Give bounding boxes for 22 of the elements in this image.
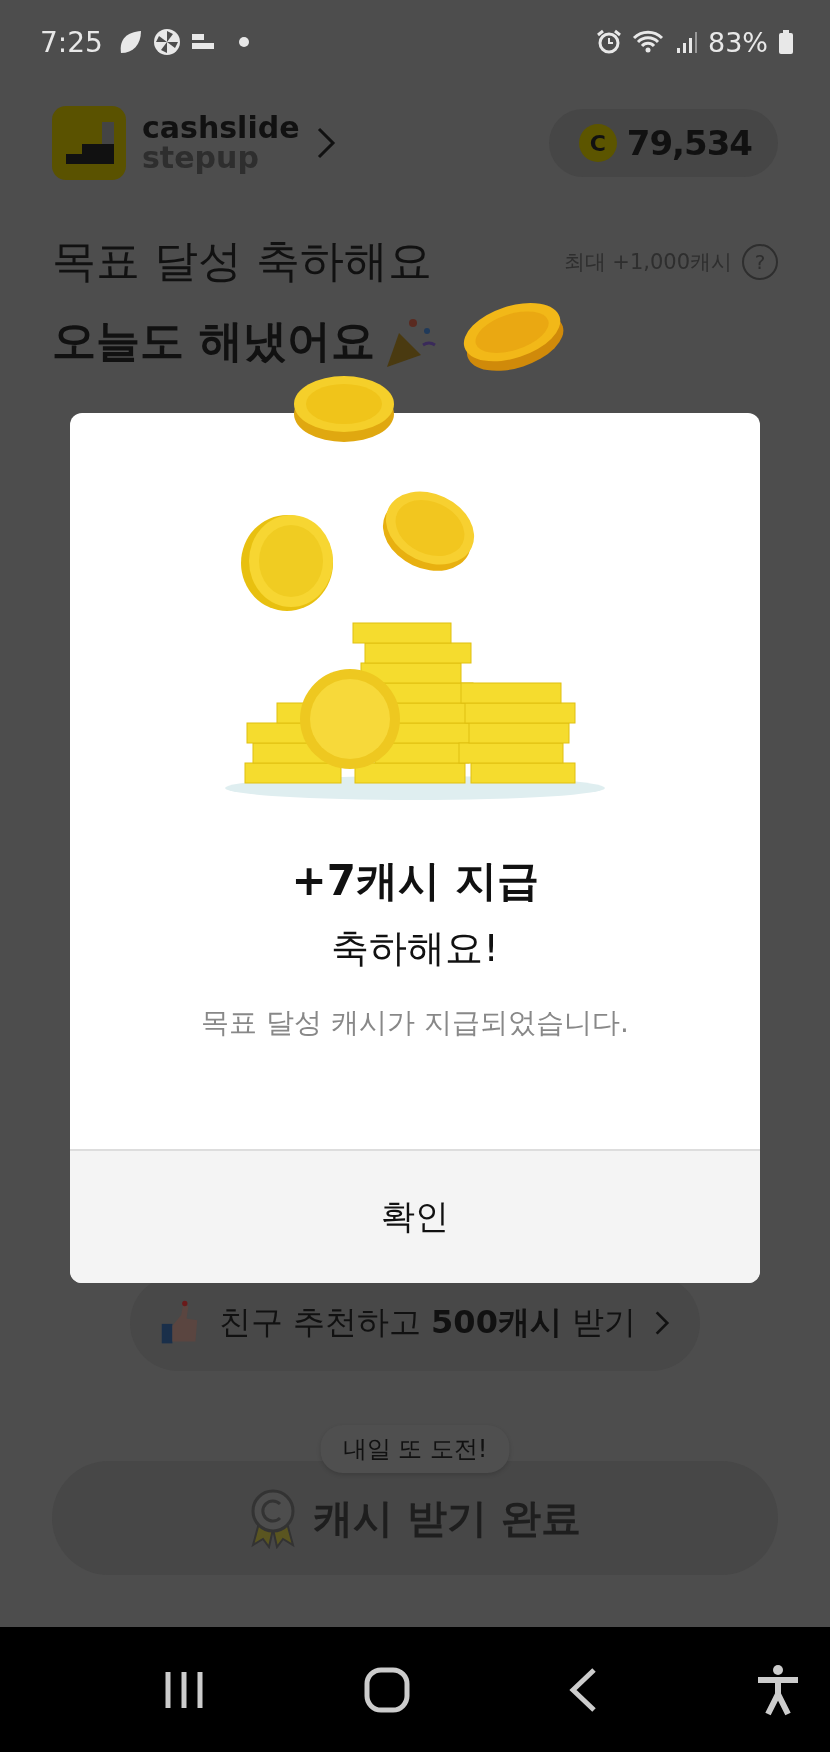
confirm-button[interactable]: 확인 (70, 1149, 760, 1283)
dialog-message: 목표 달성 캐시가 지급되었습니다. (201, 1005, 629, 1041)
status-time: 7:25 (40, 25, 103, 59)
back-icon[interactable] (568, 1666, 598, 1713)
battery-icon (778, 29, 794, 55)
dialog-subtitle: 축하해요! (331, 925, 499, 972)
signal-icon (676, 30, 698, 54)
battery-percentage: 83% (708, 26, 768, 58)
tooltip: 내일 또 도전! (320, 1425, 510, 1473)
heading-subtitle: 오늘도 해냈어요 (52, 313, 376, 368)
notification-dot-icon (238, 37, 249, 47)
home-icon[interactable] (364, 1666, 410, 1713)
accessibility-icon[interactable] (756, 1663, 800, 1716)
heading-title: 목표 달성 축하해요 (52, 234, 432, 288)
coin-icon: C (578, 124, 617, 162)
wifi-icon (632, 29, 666, 55)
help-button[interactable]: ? (742, 243, 778, 280)
alarm-icon (596, 29, 622, 55)
dialog-title: +7캐시 지급 (291, 855, 539, 907)
brand-name[interactable]: cashslide (142, 113, 300, 143)
pinwheel-icon (152, 28, 181, 56)
stairs-logo-icon (52, 106, 126, 180)
